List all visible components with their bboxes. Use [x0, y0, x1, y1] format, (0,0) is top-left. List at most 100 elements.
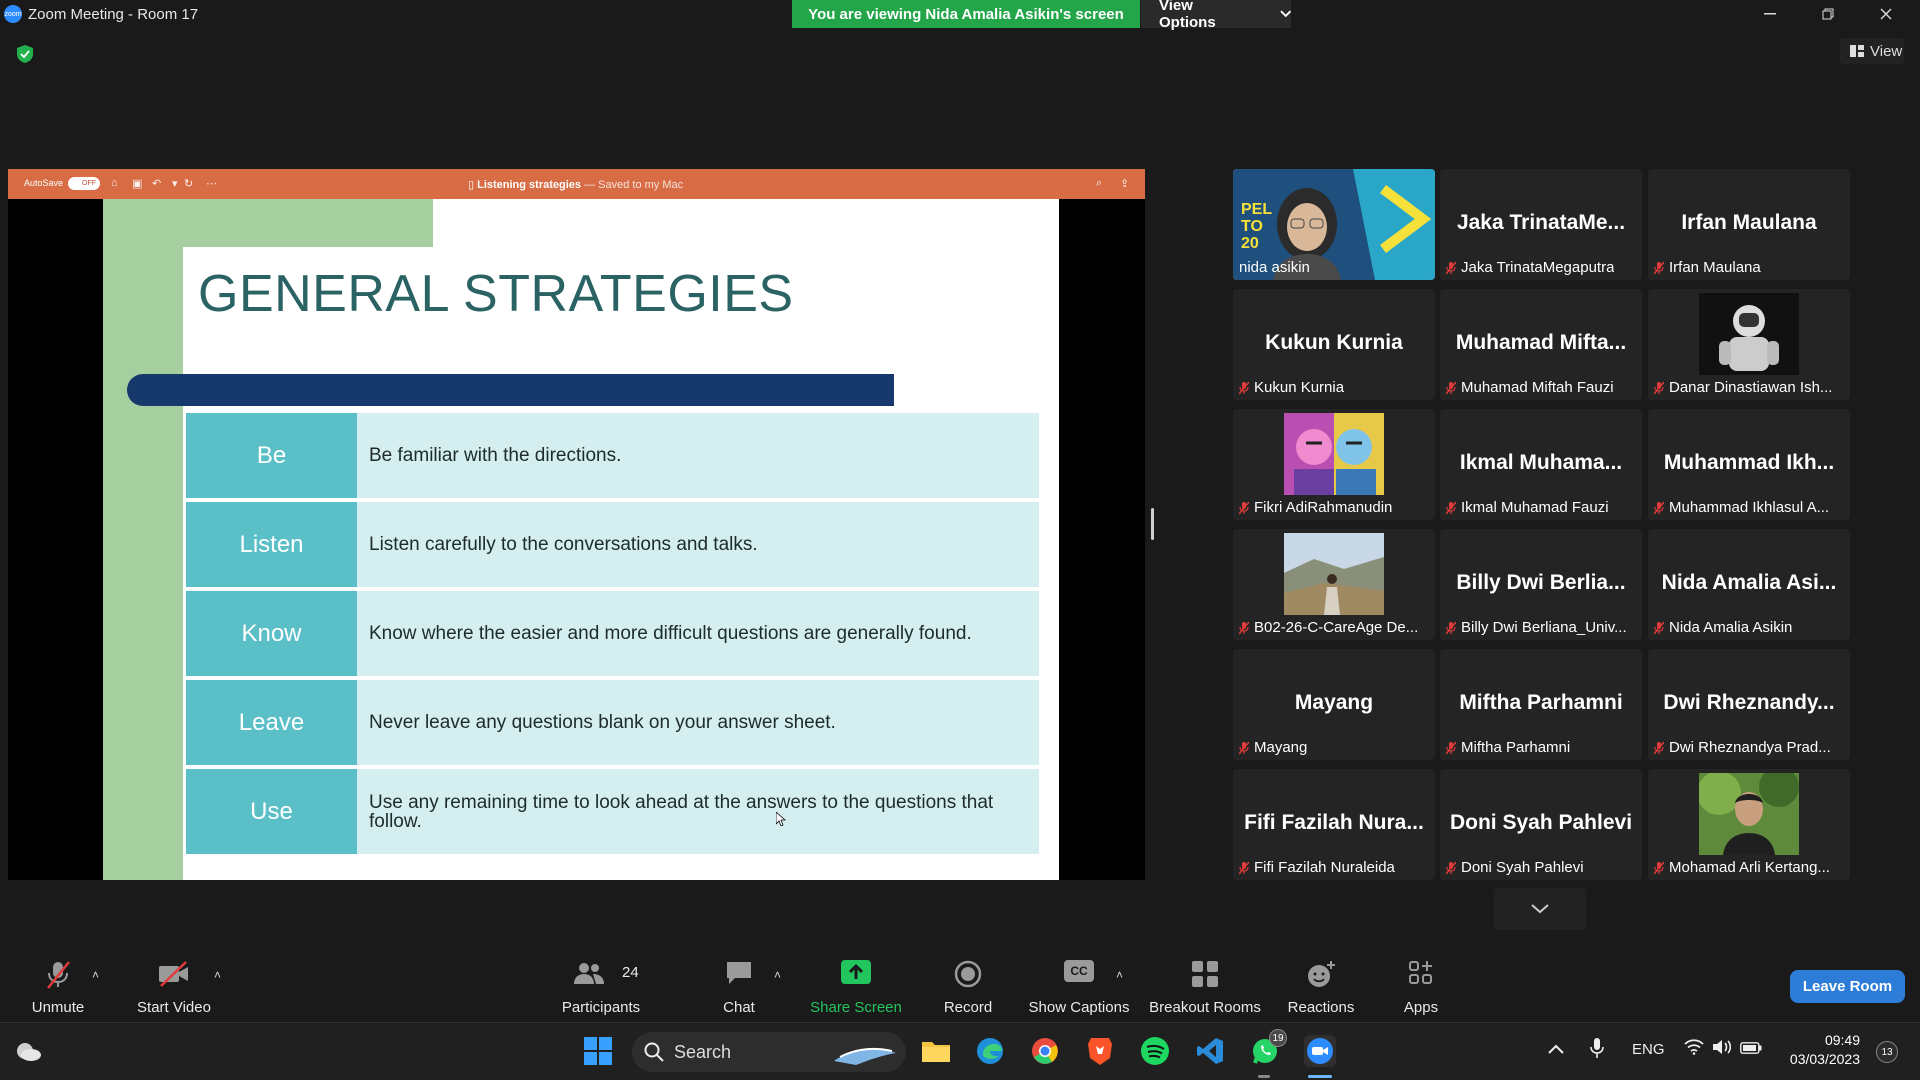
battery-icon[interactable]: [1740, 1041, 1762, 1058]
participant-name-label: Jaka TrinataMegaputra: [1446, 259, 1614, 276]
audio-options-caret[interactable]: ˄: [92, 968, 99, 982]
encryption-shield-icon[interactable]: [17, 45, 33, 63]
participants-icon: [574, 963, 604, 984]
microphone-icon[interactable]: [1590, 1037, 1604, 1063]
participant-name-label: Fifi Fazilah Nuraleida: [1239, 859, 1395, 876]
participant-name-label: Ikmal Muhamad Fauzi: [1446, 499, 1609, 516]
whatsapp-icon[interactable]: 19: [1249, 1029, 1287, 1067]
wifi-icon[interactable]: [1684, 1039, 1704, 1059]
language-indicator[interactable]: ENG: [1632, 1041, 1665, 1058]
autosave-toggle: OFF: [68, 177, 100, 190]
start-video-button[interactable]: Start Video: [128, 950, 220, 1022]
video-options-caret[interactable]: ˄: [214, 968, 221, 982]
participant-tile[interactable]: Doni Syah Pahlevi Doni Syah Pahlevi: [1440, 769, 1642, 880]
show-captions-label: Show Captions: [1028, 999, 1130, 1016]
microphone-muted-icon: [1239, 501, 1249, 514]
taskbar-search-box[interactable]: Search: [632, 1032, 906, 1072]
participant-tile[interactable]: B02-26-C-CareAge De...: [1233, 529, 1435, 640]
vscode-icon[interactable]: [1194, 1035, 1226, 1067]
more-icon: ⋯: [206, 178, 217, 190]
slide-title-bar: [127, 374, 894, 406]
whatsapp-badge: 19: [1269, 1029, 1287, 1047]
participant-tile[interactable]: Muhamad Mifta... Muhamad Miftah Fauzi: [1440, 289, 1642, 400]
view-options-button[interactable]: View Options: [1141, 0, 1291, 31]
chat-icon: [727, 962, 751, 984]
gallery-next-page-button[interactable]: [1494, 888, 1586, 930]
participant-tile[interactable]: PEL TO 20 nida asikin: [1233, 169, 1435, 280]
slide-top-accent: [103, 199, 433, 247]
microphone-muted-icon: [1654, 621, 1664, 634]
windows-start-icon[interactable]: [582, 1035, 614, 1067]
strategy-key: Know: [186, 591, 357, 676]
strategy-row: Listen Listen carefully to the conversat…: [186, 502, 1039, 587]
svg-text:TO: TO: [1241, 218, 1263, 235]
participant-tile[interactable]: Dwi Rheznandy... Dwi Rheznandya Prad...: [1648, 649, 1850, 760]
viewing-screen-banner: You are viewing Nida Amalia Asikin's scr…: [792, 0, 1140, 28]
leave-room-button[interactable]: Leave Room: [1790, 970, 1905, 1003]
microphone-muted-icon: [1654, 261, 1664, 274]
strategy-text: Never leave any questions blank on your …: [357, 680, 1039, 765]
participant-tile[interactable]: Kukun Kurnia Kukun Kurnia: [1233, 289, 1435, 400]
participant-tile[interactable]: Nida Amalia Asi... Nida Amalia Asikin: [1648, 529, 1850, 640]
record-button[interactable]: Record: [940, 950, 996, 1022]
participant-display-name: Fifi Fazilah Nura...: [1244, 811, 1424, 834]
chat-options-caret[interactable]: ˄: [774, 968, 781, 982]
share-screen-button[interactable]: Share Screen: [808, 950, 904, 1022]
strategy-key: Listen: [186, 502, 357, 587]
zoom-taskbar-icon[interactable]: [1304, 1035, 1336, 1067]
share-screen-icon: [841, 960, 871, 984]
spotify-icon[interactable]: [1139, 1035, 1171, 1067]
participant-tile[interactable]: Fikri AdiRahmanudin: [1233, 409, 1435, 520]
unmute-button[interactable]: Unmute: [18, 950, 98, 1022]
participant-name-label: Fikri AdiRahmanudin: [1239, 499, 1392, 516]
participant-tile[interactable]: Irfan Maulana Irfan Maulana: [1648, 169, 1850, 280]
breakout-rooms-button[interactable]: Breakout Rooms: [1146, 950, 1264, 1022]
microphone-muted-icon: [1446, 501, 1456, 514]
participant-tile[interactable]: Jaka TrinataMe... Jaka TrinataMegaputra: [1440, 169, 1642, 280]
microphone-muted-icon: [1446, 261, 1456, 274]
participant-tile[interactable]: Muhammad Ikh... Muhammad Ikhlasul A...: [1648, 409, 1850, 520]
taskbar-search-label: Search: [674, 1041, 732, 1062]
participant-name-label: Miftha Parhamni: [1446, 739, 1570, 756]
participant-tile[interactable]: Mohamad Arli Kertang...: [1648, 769, 1850, 880]
notifications-badge[interactable]: 13: [1876, 1041, 1898, 1063]
participant-name-label: Danar Dinastiawan Ish...: [1654, 379, 1832, 396]
participant-tile[interactable]: Fifi Fazilah Nura... Fifi Fazilah Nuralei…: [1233, 769, 1435, 880]
participant-tile[interactable]: Ikmal Muhama... Ikmal Muhamad Fauzi: [1440, 409, 1642, 520]
participant-name-label: Dwi Rheznandya Prad...: [1654, 739, 1831, 756]
reactions-button[interactable]: Reactions: [1284, 950, 1358, 1022]
slide-title: GENERAL STRATEGIES: [198, 265, 794, 323]
participants-button[interactable]: 24 Participants: [550, 950, 652, 1022]
minimize-button[interactable]: [1742, 0, 1798, 28]
tray-overflow-chevron-icon[interactable]: [1548, 1041, 1564, 1058]
volume-icon[interactable]: [1712, 1039, 1732, 1059]
file-explorer-icon[interactable]: [920, 1035, 952, 1067]
chrome-browser-icon[interactable]: [1029, 1035, 1061, 1067]
brave-browser-icon[interactable]: [1084, 1035, 1116, 1067]
zoom-app-icon: zoom: [4, 5, 22, 23]
title-bar: zoom Zoom Meeting - Room 17 You are view…: [0, 0, 1920, 31]
participant-tile[interactable]: Billy Dwi Berlia... Billy Dwi Berliana_Un…: [1440, 529, 1642, 640]
show-captions-button[interactable]: CC Show Captions: [1026, 950, 1132, 1022]
panel-resize-handle[interactable]: [1151, 508, 1154, 540]
participant-name-label: Muhammad Ikhlasul A...: [1654, 499, 1829, 516]
document-title: ▯ Listening strategies — Saved to my Mac: [468, 178, 683, 191]
view-options-label: View Options: [1159, 0, 1216, 31]
participant-name: Dwi Rheznandya Prad...: [1669, 739, 1831, 756]
chat-button[interactable]: Chat: [714, 950, 764, 1022]
edge-browser-icon[interactable]: [974, 1035, 1006, 1067]
close-button[interactable]: [1858, 0, 1914, 28]
apps-button[interactable]: Apps: [1394, 950, 1448, 1022]
participant-tile[interactable]: Danar Dinastiawan Ish...: [1648, 289, 1850, 400]
document-name: Listening strategies: [477, 179, 582, 191]
weather-widget-icon[interactable]: [12, 1035, 44, 1067]
participant-tile[interactable]: Mayang Mayang: [1233, 649, 1435, 760]
participant-display-name: Muhamad Mifta...: [1455, 331, 1627, 354]
system-clock[interactable]: 09:49 03/03/2023: [1780, 1031, 1860, 1069]
document-status: — Saved to my Mac: [584, 179, 684, 191]
captions-options-caret[interactable]: ˄: [1116, 968, 1123, 982]
view-layout-button[interactable]: View: [1840, 38, 1904, 64]
restore-button[interactable]: [1800, 0, 1856, 28]
redo-icon: ↻: [184, 178, 194, 190]
participant-tile[interactable]: Miftha Parhamni Miftha Parhamni: [1440, 649, 1642, 760]
